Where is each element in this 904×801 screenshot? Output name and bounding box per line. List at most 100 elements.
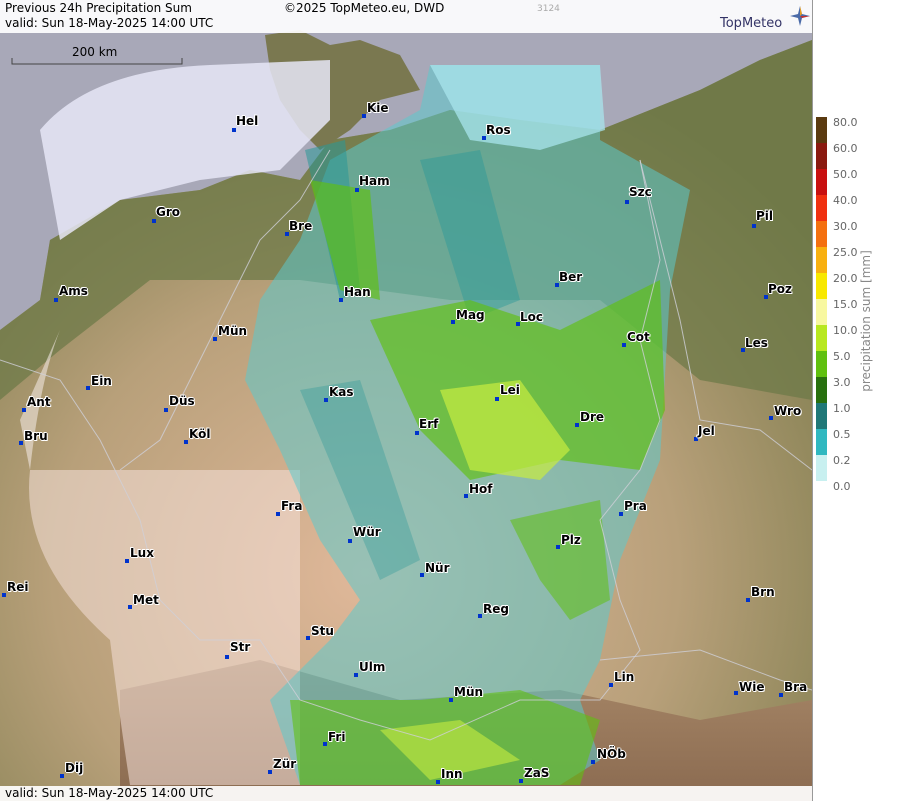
city-marker — [478, 614, 482, 618]
city-marker — [451, 320, 455, 324]
city-label: Düs — [169, 394, 195, 408]
legend-label: 30.0 — [833, 220, 858, 233]
city-marker — [436, 780, 440, 784]
city-marker — [362, 114, 366, 118]
valid-time: valid: Sun 18-May-2025 14:00 UTC — [5, 16, 214, 30]
city-label: Bru — [24, 429, 48, 443]
city-marker — [128, 605, 132, 609]
city-label: Les — [745, 336, 768, 350]
city-label: Inn — [441, 767, 463, 781]
city-marker — [769, 416, 773, 420]
city-marker — [495, 397, 499, 401]
city-marker — [449, 698, 453, 702]
city-marker — [54, 298, 58, 302]
city-label: Nür — [425, 561, 450, 575]
city-label: Fra — [281, 499, 303, 513]
city-marker — [232, 128, 236, 132]
map-terrain — [0, 0, 812, 801]
city-label: Bre — [289, 219, 313, 233]
city-marker — [609, 683, 613, 687]
city-marker — [164, 408, 168, 412]
city-marker — [323, 742, 327, 746]
city-marker — [354, 673, 358, 677]
city-label: Kas — [329, 385, 354, 399]
legend-swatch — [816, 273, 827, 299]
legend-label: 0.2 — [833, 454, 851, 467]
legend-swatch — [816, 169, 827, 195]
city-label: Poz — [768, 282, 793, 296]
city-label: Ber — [559, 270, 583, 284]
city-label: Ein — [91, 374, 112, 388]
legend-label: 1.0 — [833, 402, 851, 415]
city-marker — [464, 494, 468, 498]
map-title: Previous 24h Precipitation Sum — [5, 1, 192, 15]
legend-label: 20.0 — [833, 272, 858, 285]
city-label: Hof — [469, 482, 493, 496]
city-marker — [619, 512, 623, 516]
legend-swatch — [816, 117, 827, 143]
legend-swatch — [816, 143, 827, 169]
city-label: Erf — [419, 417, 439, 431]
compass-star-icon — [790, 6, 810, 26]
legend-title: precipitation sum [mm] — [859, 250, 873, 392]
city-label: Köl — [189, 427, 211, 441]
legend-label: 0.5 — [833, 428, 851, 441]
copyright: ©2025 TopMeteo.eu, DWD — [284, 1, 445, 15]
city-label: Wie — [739, 680, 765, 694]
legend-swatch — [816, 195, 827, 221]
city-marker — [22, 408, 26, 412]
city-label: Reg — [483, 602, 509, 616]
legend-label: 15.0 — [833, 298, 858, 311]
city-label: Cot — [627, 330, 650, 344]
city-marker — [556, 545, 560, 549]
city-label: Met — [133, 593, 159, 607]
city-label: Lei — [500, 383, 520, 397]
precipitation-legend: precipitation sum [mm] 80.0 60.0 50.0 40.0 3… — [812, 0, 904, 801]
city-label: Rei — [7, 580, 29, 594]
precipitation-map[interactable]: Previous 24h Precipitation Sum valid: Su… — [0, 0, 812, 801]
legend-label: 50.0 — [833, 168, 858, 181]
city-marker — [752, 224, 756, 228]
city-marker — [420, 573, 424, 577]
city-marker — [19, 441, 23, 445]
city-marker — [184, 440, 188, 444]
city-marker — [213, 337, 217, 341]
legend-label: 40.0 — [833, 194, 858, 207]
city-label: ZaS — [524, 766, 550, 780]
city-marker — [225, 655, 229, 659]
city-label: Zür — [273, 757, 297, 771]
city-marker — [306, 636, 310, 640]
city-marker — [734, 691, 738, 695]
id-code: 3124 — [537, 4, 560, 14]
city-marker — [622, 343, 626, 347]
city-label: Gro — [156, 205, 181, 219]
city-label: Wür — [353, 525, 381, 539]
city-marker — [339, 298, 343, 302]
city-label: Wro — [774, 404, 802, 418]
legend-swatch — [816, 247, 827, 273]
legend-label: 25.0 — [833, 246, 858, 259]
legend-label: 10.0 — [833, 324, 858, 337]
city-label: Mag — [456, 308, 485, 322]
city-label: Pil — [756, 209, 774, 223]
city-label: Jel — [698, 424, 715, 438]
city-marker — [519, 779, 523, 783]
city-label: Lux — [130, 546, 154, 560]
city-marker — [779, 693, 783, 697]
city-marker — [324, 398, 328, 402]
city-marker — [125, 559, 129, 563]
city-marker — [355, 188, 359, 192]
city-marker — [276, 512, 280, 516]
city-label: Plz — [561, 533, 581, 547]
city-label: Ulm — [359, 660, 386, 674]
city-label: NÖb — [597, 747, 626, 761]
city-marker — [415, 431, 419, 435]
city-label: Mün — [218, 324, 248, 338]
city-marker — [625, 200, 629, 204]
city-label: Str — [230, 640, 251, 654]
legend-swatch — [816, 455, 827, 481]
city-label: Stu — [311, 624, 334, 638]
legend-label: 3.0 — [833, 376, 851, 389]
city-marker — [86, 386, 90, 390]
logo-text: TopMeteo — [720, 16, 783, 31]
